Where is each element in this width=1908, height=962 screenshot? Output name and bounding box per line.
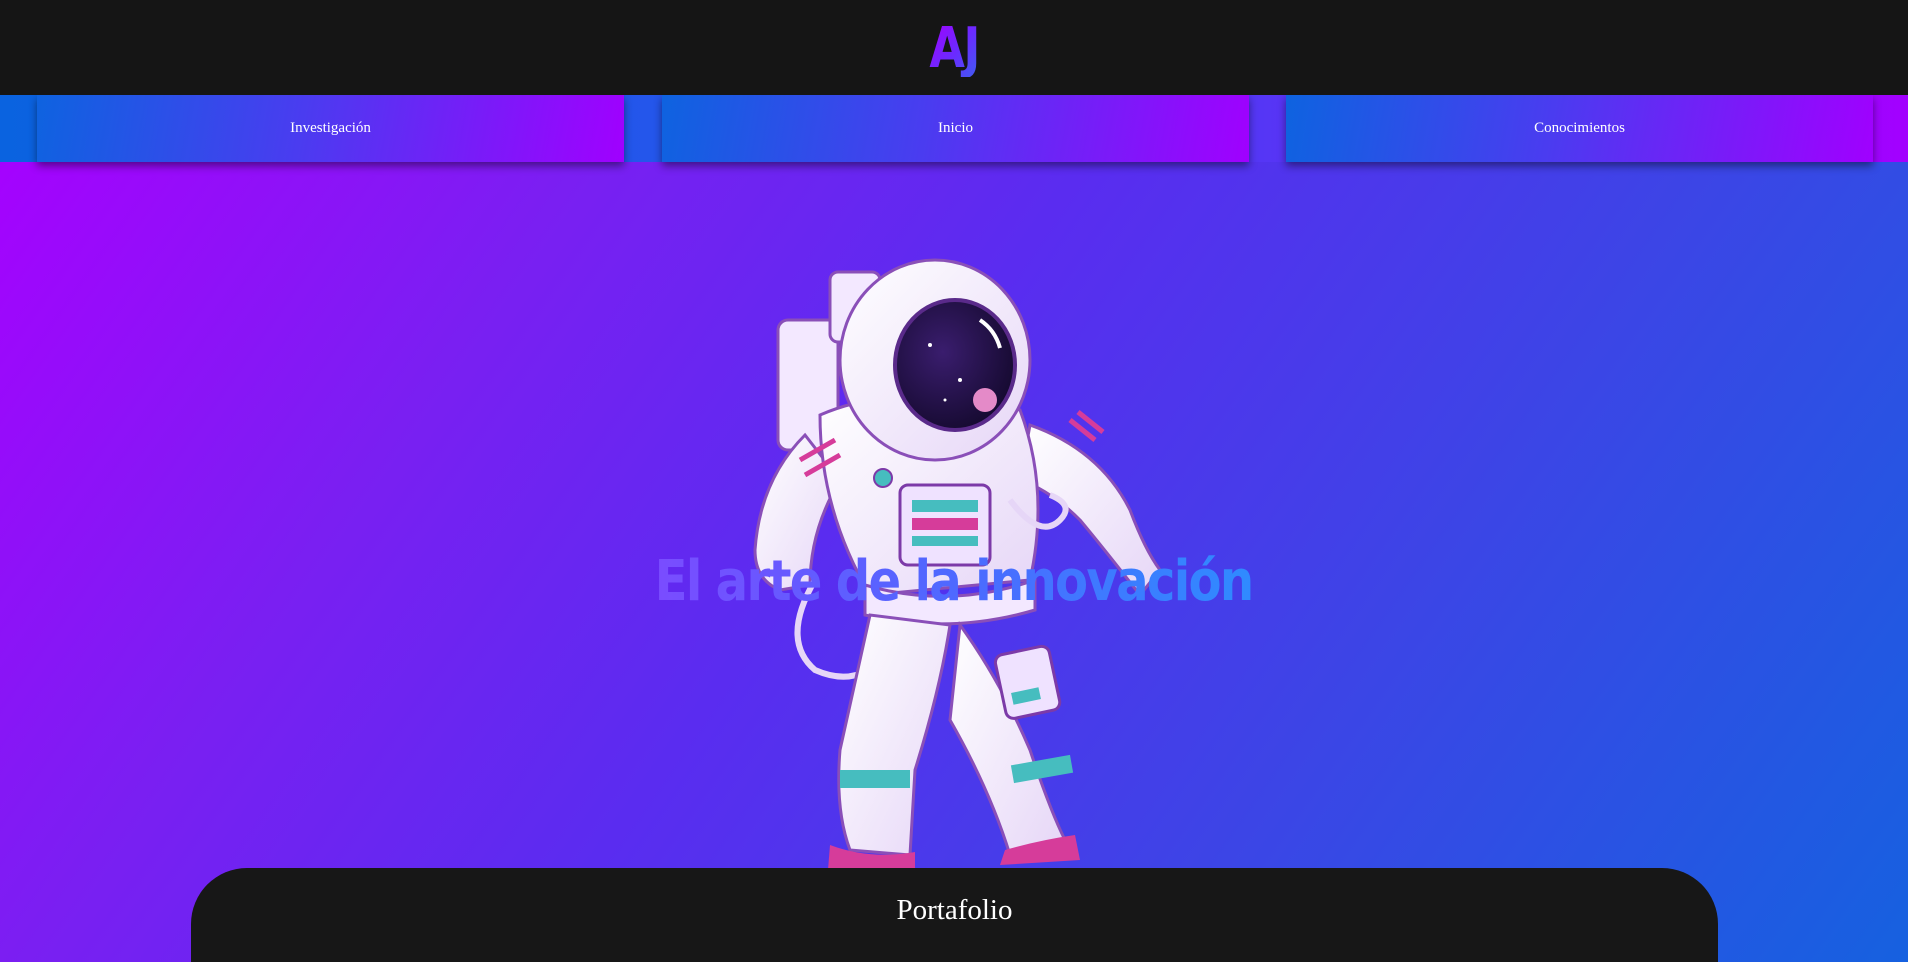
nav-investigacion-button[interactable]: Investigación: [37, 95, 624, 162]
nav-item-label: Inicio: [938, 120, 973, 136]
nav-item-label: Investigación: [290, 120, 371, 136]
header: AJ: [0, 0, 1908, 95]
portfolio-section: Portafolio: [191, 868, 1718, 962]
nav-inicio-button[interactable]: Inicio: [662, 95, 1249, 162]
nav-item-label: Conocimientos: [1534, 120, 1625, 136]
hero-section: El arte de la innovación: [0, 95, 1908, 962]
hero-headline-text: El arte de la innovación: [655, 540, 1254, 624]
site-logo[interactable]: AJ: [929, 20, 980, 77]
hero-headline: El arte de la innovación: [0, 540, 1908, 624]
nav-conocimientos-button[interactable]: Conocimientos: [1286, 95, 1873, 162]
portfolio-title: Portafolio: [896, 894, 1013, 926]
page: El arte de la innovación Investigación I…: [0, 0, 1908, 962]
